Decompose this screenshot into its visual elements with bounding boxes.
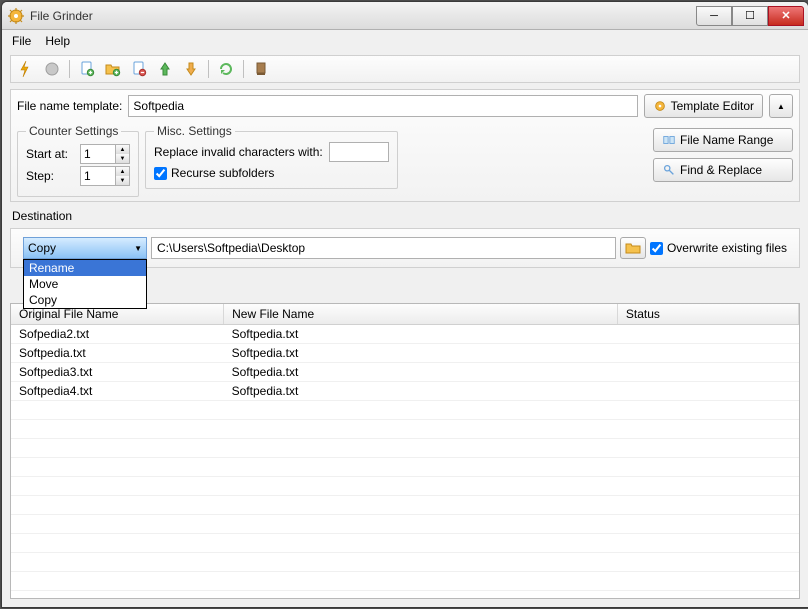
exit-icon[interactable]	[250, 58, 272, 80]
replace-chars-label: Replace invalid characters with:	[154, 145, 323, 159]
template-editor-button[interactable]: Template Editor	[644, 94, 763, 118]
destination-panel: Copy ▼ Rename Move Copy Overwrite existi…	[10, 228, 800, 268]
chevron-down-icon: ▼	[134, 244, 142, 253]
find-replace-button[interactable]: Find & Replace	[653, 158, 793, 182]
cell-original: Softpedia4.txt	[11, 382, 224, 401]
combo-selected: Copy	[28, 241, 56, 255]
spin-down-icon[interactable]: ▼	[116, 154, 129, 163]
start-at-spinner[interactable]: ▲▼	[80, 144, 130, 164]
cell-new: Softpedia.txt	[224, 382, 618, 401]
toolbar-divider	[243, 60, 244, 78]
start-at-label: Start at:	[26, 147, 74, 161]
add-folder-icon[interactable]	[102, 58, 124, 80]
menu-file[interactable]: File	[12, 34, 31, 48]
table-row[interactable]: Sofpedia2.txtSoftpedia.txt	[11, 325, 799, 344]
find-replace-label: Find & Replace	[680, 163, 762, 177]
recurse-label: Recurse subfolders	[171, 166, 274, 180]
move-up-icon[interactable]	[154, 58, 176, 80]
collapse-button[interactable]: ▲	[769, 94, 793, 118]
counter-settings-group: Counter Settings Start at: ▲▼ Step: ▲▼	[17, 124, 139, 197]
spin-up-icon[interactable]: ▲	[116, 145, 129, 154]
misc-legend: Misc. Settings	[154, 124, 235, 138]
side-buttons: File Name Range Find & Replace	[653, 124, 793, 182]
table-row[interactable]: Softpedia4.txtSoftpedia.txt	[11, 382, 799, 401]
toolbar-divider	[208, 60, 209, 78]
table-row-empty	[11, 477, 799, 496]
window-title: File Grinder	[30, 9, 696, 23]
template-panel: File name template: Template Editor ▲ Co…	[10, 89, 800, 202]
combo-option-move[interactable]: Move	[24, 276, 146, 292]
table-row-empty	[11, 439, 799, 458]
content: File Help File name template:	[2, 30, 808, 607]
column-status[interactable]: Status	[617, 304, 798, 325]
column-new[interactable]: New File Name	[224, 304, 618, 325]
cell-status	[617, 363, 798, 382]
table-row[interactable]: Softpedia3.txtSoftpedia.txt	[11, 363, 799, 382]
cell-new: Softpedia.txt	[224, 325, 618, 344]
spin-down-icon[interactable]: ▼	[116, 176, 129, 185]
destination-label: Destination	[2, 205, 808, 225]
table-row-empty	[11, 515, 799, 534]
template-input[interactable]	[128, 95, 637, 117]
destination-mode-combo[interactable]: Copy ▼ Rename Move Copy	[23, 237, 147, 259]
cell-status	[617, 344, 798, 363]
template-label: File name template:	[17, 99, 122, 113]
combo-option-rename[interactable]: Rename	[24, 260, 146, 276]
start-at-input[interactable]	[81, 145, 115, 163]
toolbar	[15, 58, 795, 80]
refresh-icon[interactable]	[215, 58, 237, 80]
app-window: File Grinder ─ ☐ ✕ File Help	[1, 1, 808, 608]
run-icon[interactable]	[15, 58, 37, 80]
maximize-button[interactable]: ☐	[732, 6, 768, 26]
table-row-empty	[11, 401, 799, 420]
close-button[interactable]: ✕	[768, 6, 804, 26]
table-row-empty	[11, 420, 799, 439]
cell-status	[617, 325, 798, 344]
titlebar[interactable]: File Grinder ─ ☐ ✕	[2, 2, 808, 30]
spin-up-icon[interactable]: ▲	[116, 167, 129, 176]
cell-new: Softpedia.txt	[224, 344, 618, 363]
table-row-empty	[11, 534, 799, 553]
cell-original: Softpedia3.txt	[11, 363, 224, 382]
add-file-icon[interactable]	[76, 58, 98, 80]
table-row[interactable]: Softpedia.txtSoftpedia.txt	[11, 344, 799, 363]
replace-chars-input[interactable]	[329, 142, 389, 162]
browse-folder-button[interactable]	[620, 237, 646, 259]
remove-file-icon[interactable]	[128, 58, 150, 80]
overwrite-checkbox[interactable]	[650, 242, 663, 255]
cell-status	[617, 382, 798, 401]
minimize-button[interactable]: ─	[696, 6, 732, 26]
cell-new: Softpedia.txt	[224, 363, 618, 382]
overwrite-label: Overwrite existing files	[667, 241, 787, 255]
table-row-empty	[11, 572, 799, 591]
table-row-empty	[11, 458, 799, 477]
toolbar-divider	[69, 60, 70, 78]
counter-legend: Counter Settings	[26, 124, 121, 138]
destination-path-input[interactable]	[151, 237, 616, 259]
template-editor-label: Template Editor	[671, 99, 754, 113]
toolbar-panel	[10, 55, 800, 83]
file-table: Original File Name New File Name Status …	[10, 303, 800, 599]
file-name-range-label: File Name Range	[680, 133, 773, 147]
misc-settings-group: Misc. Settings Replace invalid character…	[145, 124, 398, 189]
combo-option-copy[interactable]: Copy	[24, 292, 146, 308]
file-name-range-button[interactable]: File Name Range	[653, 128, 793, 152]
chevron-up-icon: ▲	[777, 102, 785, 111]
move-down-icon[interactable]	[180, 58, 202, 80]
menu-help[interactable]: Help	[45, 34, 70, 48]
window-controls: ─ ☐ ✕	[696, 6, 804, 26]
recurse-checkbox[interactable]	[154, 167, 167, 180]
step-label: Step:	[26, 169, 74, 183]
cell-original: Sofpedia2.txt	[11, 325, 224, 344]
table-row-empty	[11, 496, 799, 515]
app-icon	[8, 8, 24, 24]
stop-icon[interactable]	[41, 58, 63, 80]
step-spinner[interactable]: ▲▼	[80, 166, 130, 186]
menubar: File Help	[2, 30, 808, 52]
table-row-empty	[11, 553, 799, 572]
combo-dropdown: Rename Move Copy	[23, 259, 147, 309]
cell-original: Softpedia.txt	[11, 344, 224, 363]
step-input[interactable]	[81, 167, 115, 185]
